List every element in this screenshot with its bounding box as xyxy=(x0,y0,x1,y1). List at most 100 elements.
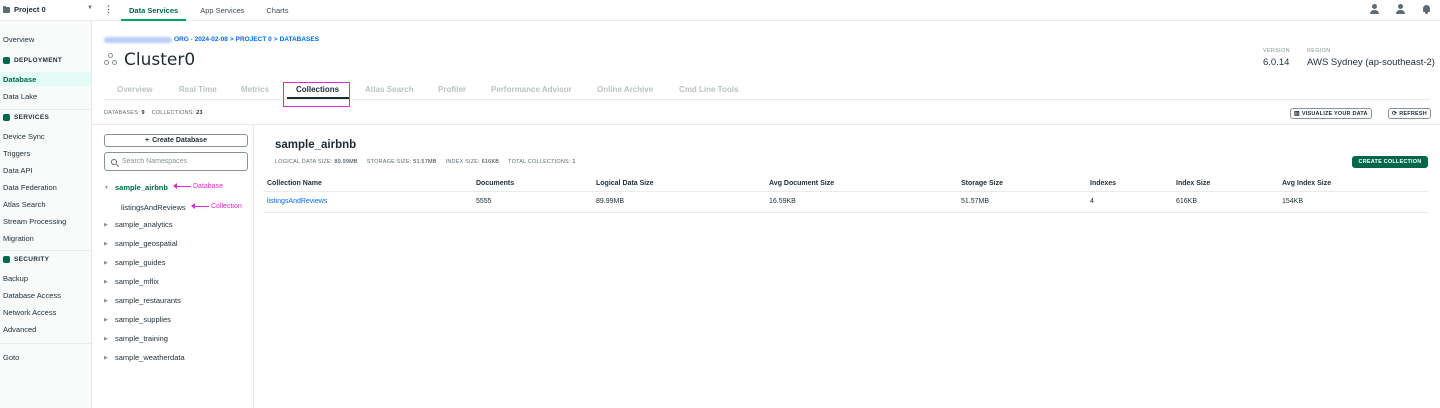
nav-triggers[interactable]: Triggers xyxy=(3,149,30,158)
tab-app-services[interactable]: App Services xyxy=(192,0,252,21)
project-name: Project 0 xyxy=(14,5,46,14)
arrow-left-icon xyxy=(191,203,209,209)
nav-migration[interactable]: Migration xyxy=(3,234,34,243)
breadcrumb-org[interactable]: ORG - 2024-02-08 xyxy=(174,36,228,43)
create-collection-button[interactable]: CREATE COLLECTION xyxy=(1352,156,1428,168)
visualize-label: VISUALIZE YOUR DATA xyxy=(1301,110,1368,117)
table-header-divider xyxy=(263,191,1428,192)
chevron-down-icon[interactable]: ▼ xyxy=(104,185,109,191)
nav-goto[interactable]: Goto xyxy=(3,353,19,362)
database-name: sample_geospatial xyxy=(115,239,178,248)
table-row-divider xyxy=(263,212,1428,213)
column-header-documents[interactable]: Documents xyxy=(476,180,514,187)
column-header-storage-size[interactable]: Storage Size xyxy=(961,180,1003,187)
chevron-right-icon[interactable]: ▶ xyxy=(104,222,109,228)
cell-logical-data-size: 89.99MB xyxy=(596,198,625,205)
left-nav: Overview DEPLOYMENT Database Data Lake S… xyxy=(0,21,92,408)
column-header-indexes[interactable]: Indexes xyxy=(1090,180,1116,187)
nav-atlas-search[interactable]: Atlas Search xyxy=(3,200,46,209)
chevron-right-icon[interactable]: ▶ xyxy=(104,317,109,323)
breadcrumb: ORG - 2024-02-08 > PROJECT 0 > DATABASES xyxy=(104,36,319,43)
breadcrumb-databases[interactable]: DATABASES xyxy=(280,36,319,43)
database-item-sample-geospatial[interactable]: ▶ sample_geospatial xyxy=(104,239,178,248)
tab-real-time[interactable]: Real Time xyxy=(179,85,217,94)
create-database-button[interactable]: + Create Database xyxy=(104,134,248,147)
chevron-right-icon[interactable]: ▶ xyxy=(104,298,109,304)
database-item-sample-training[interactable]: ▶ sample_training xyxy=(104,334,168,343)
visualize-data-button[interactable]: ▥ VISUALIZE YOUR DATA xyxy=(1290,108,1372,119)
content-divider xyxy=(92,124,1440,125)
column-header-collection-name[interactable]: Collection Name xyxy=(267,180,322,187)
collections-count-label: COLLECTIONS: xyxy=(151,110,195,116)
nav-network-access[interactable]: Network Access xyxy=(3,308,56,317)
database-annotation: Database xyxy=(173,183,223,190)
chevron-right-icon[interactable]: ▶ xyxy=(104,260,109,266)
nav-database[interactable]: Database xyxy=(0,72,91,86)
database-name: sample_restaurants xyxy=(115,296,181,305)
invite-user-icon[interactable] xyxy=(1396,4,1406,15)
more-options-icon[interactable]: ⋮ xyxy=(104,4,113,15)
collection-item-listings[interactable]: listingsAndReviews xyxy=(121,203,186,212)
nav-device-sync[interactable]: Device Sync xyxy=(3,132,45,141)
top-bar: Project 0 ▼ ⋮ Data Services App Services… xyxy=(0,0,1440,21)
region-label: REGION xyxy=(1307,48,1331,54)
lock-icon xyxy=(3,256,10,263)
chevron-right-icon[interactable]: ▶ xyxy=(104,279,109,285)
database-name: sample_supplies xyxy=(115,315,171,324)
nav-data-federation[interactable]: Data Federation xyxy=(3,183,57,192)
databases-count-label: DATABASES: xyxy=(104,110,140,116)
nav-divider xyxy=(0,250,91,251)
nav-backup[interactable]: Backup xyxy=(3,274,28,283)
tab-online-archive[interactable]: Online Archive xyxy=(597,85,653,94)
chevron-right-icon[interactable]: ▶ xyxy=(104,336,109,342)
database-item-sample-airbnb[interactable]: ▼ sample_airbnb xyxy=(104,183,168,192)
project-selector[interactable]: Project 0 xyxy=(3,5,46,14)
database-item-sample-analytics[interactable]: ▶ sample_analytics xyxy=(104,220,173,229)
tab-metrics[interactable]: Metrics xyxy=(241,85,269,94)
chevron-right-icon[interactable]: ▶ xyxy=(104,355,109,361)
database-name: sample_training xyxy=(115,334,168,343)
column-header-avg-index-size[interactable]: Avg Index Size xyxy=(1282,180,1331,187)
tab-profiler[interactable]: Profiler xyxy=(438,85,466,94)
region-value: AWS Sydney (ap-southeast-2) xyxy=(1307,57,1435,68)
nav-data-lake[interactable]: Data Lake xyxy=(3,92,37,101)
database-name: sample_airbnb xyxy=(115,183,168,192)
tab-charts[interactable]: Charts xyxy=(258,0,296,21)
security-section: SECURITY xyxy=(3,256,49,263)
database-annotation-label: Database xyxy=(193,183,223,190)
nav-data-api[interactable]: Data API xyxy=(3,166,33,175)
tab-cmd-line-tools[interactable]: Cmd Line Tools xyxy=(679,85,738,94)
column-header-logical-data-size[interactable]: Logical Data Size xyxy=(596,180,654,187)
collection-name-link[interactable]: listingsAndReviews xyxy=(267,198,327,205)
refresh-button[interactable]: ⟳ REFRESH xyxy=(1388,108,1431,119)
tab-atlas-search[interactable]: Atlas Search xyxy=(365,85,413,94)
nav-divider xyxy=(0,109,91,110)
database-item-sample-weatherdata[interactable]: ▶ sample_weatherdata xyxy=(104,353,185,362)
tab-data-services[interactable]: Data Services xyxy=(121,0,187,21)
create-database-label: Create Database xyxy=(152,137,207,144)
tab-performance-advisor[interactable]: Performance Advisor xyxy=(491,85,572,94)
cluster-icon xyxy=(104,53,118,67)
tab-overview[interactable]: Overview xyxy=(117,85,153,94)
bell-icon[interactable] xyxy=(1422,4,1432,15)
search-input[interactable] xyxy=(122,158,242,165)
version-label: VERSION xyxy=(1263,48,1290,54)
services-header: SERVICES xyxy=(14,114,50,121)
top-tabs: Data Services App Services Charts xyxy=(121,0,302,21)
database-name: sample_mflix xyxy=(115,277,159,286)
database-item-sample-restaurants[interactable]: ▶ sample_restaurants xyxy=(104,296,181,305)
column-header-index-size[interactable]: Index Size xyxy=(1176,180,1210,187)
database-item-sample-supplies[interactable]: ▶ sample_supplies xyxy=(104,315,171,324)
namespace-search[interactable] xyxy=(104,152,248,171)
column-header-avg-document-size[interactable]: Avg Document Size xyxy=(769,180,834,187)
chevron-down-icon[interactable]: ▼ xyxy=(87,5,93,11)
breadcrumb-project[interactable]: PROJECT 0 xyxy=(236,36,272,43)
nav-database-access[interactable]: Database Access xyxy=(3,291,61,300)
nav-stream-processing[interactable]: Stream Processing xyxy=(3,217,66,226)
database-item-sample-mflix[interactable]: ▶ sample_mflix xyxy=(104,277,159,286)
user-icon[interactable] xyxy=(1370,4,1380,15)
chevron-right-icon[interactable]: ▶ xyxy=(104,241,109,247)
database-item-sample-guides[interactable]: ▶ sample_guides xyxy=(104,258,165,267)
nav-advanced[interactable]: Advanced xyxy=(3,325,36,334)
nav-overview[interactable]: Overview xyxy=(3,35,34,44)
